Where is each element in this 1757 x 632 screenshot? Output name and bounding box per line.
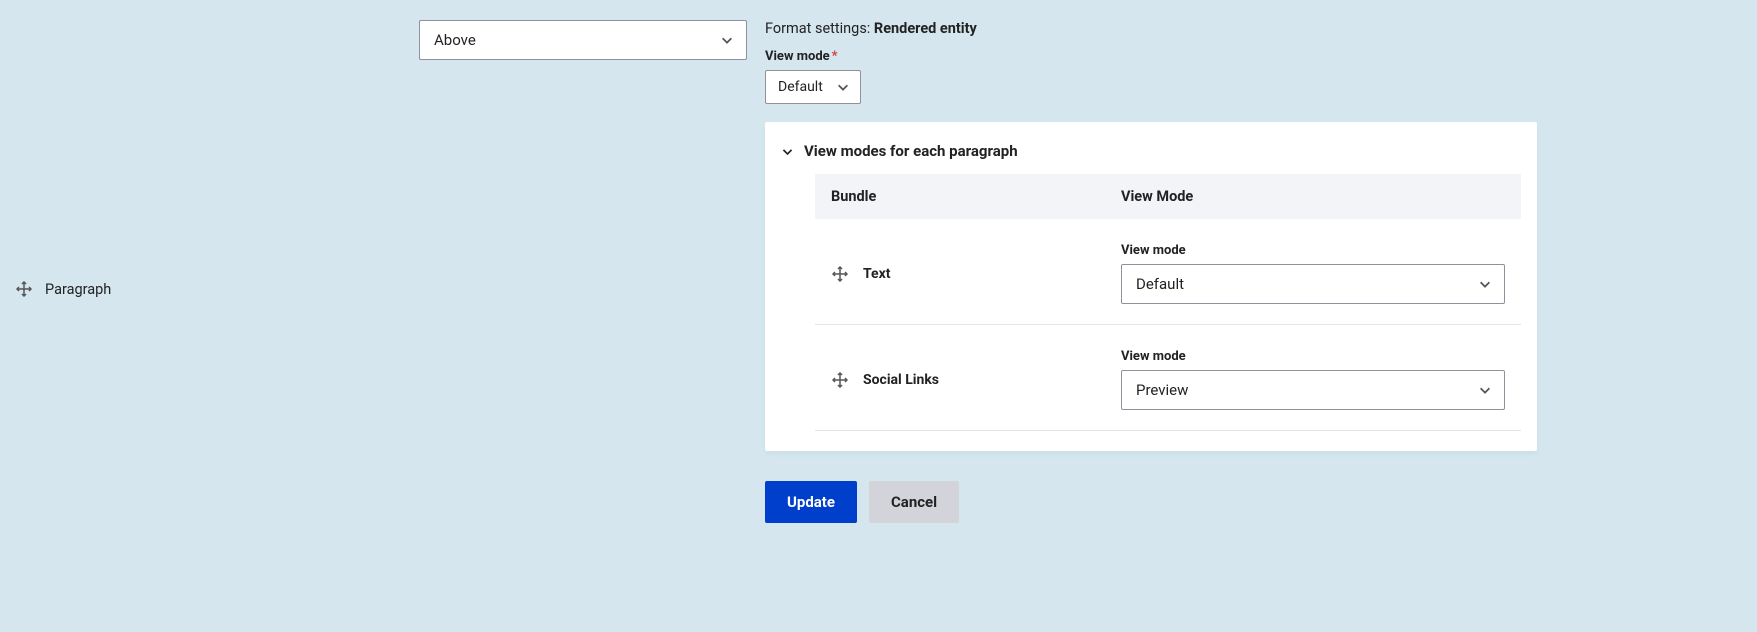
- column-field: Paragraph: [0, 0, 419, 632]
- format-settings-label: Format settings: Rendered entity: [765, 20, 1537, 37]
- field-handle-row: Paragraph: [15, 280, 111, 298]
- field-name: Paragraph: [45, 281, 111, 298]
- row-view-mode-label: View mode: [1121, 243, 1505, 258]
- label-position-select[interactable]: Above: [419, 20, 747, 60]
- drag-handle-icon[interactable]: [831, 371, 849, 389]
- drag-handle-icon[interactable]: [831, 265, 849, 283]
- row-view-mode-select[interactable]: Preview: [1121, 370, 1505, 410]
- cancel-button[interactable]: Cancel: [869, 481, 959, 523]
- view-mode-label: View mode*: [765, 49, 1537, 64]
- table-row: Text View mode Default: [815, 219, 1521, 325]
- row-view-mode-label: View mode: [1121, 349, 1505, 364]
- required-marker: *: [832, 49, 838, 64]
- col-bundle: Bundle: [815, 174, 1105, 219]
- chevron-down-icon: [781, 145, 794, 158]
- view-modes-summary[interactable]: View modes for each paragraph: [781, 138, 1521, 174]
- row-view-mode-select[interactable]: Default: [1121, 264, 1505, 304]
- column-label: Above: [419, 0, 765, 632]
- view-modes-table: Bundle View Mode: [815, 174, 1521, 431]
- view-modes-title: View modes for each paragraph: [804, 142, 1018, 160]
- drag-handle-icon[interactable]: [15, 280, 33, 298]
- field-row: Paragraph Above Format settings: Rendere…: [0, 0, 1757, 632]
- format-name: Rendered entity: [874, 20, 977, 37]
- col-viewmode: View Mode: [1105, 174, 1521, 219]
- action-buttons: Update Cancel: [765, 481, 1537, 523]
- table-row: Social Links View mode Preview: [815, 325, 1521, 431]
- view-modes-panel: View modes for each paragraph Bundle Vie…: [765, 122, 1537, 451]
- column-settings: Format settings: Rendered entity View mo…: [765, 0, 1757, 632]
- update-button[interactable]: Update: [765, 481, 857, 523]
- view-mode-select[interactable]: Default: [765, 70, 861, 104]
- bundle-name: Text: [863, 266, 890, 282]
- bundle-name: Social Links: [863, 372, 939, 388]
